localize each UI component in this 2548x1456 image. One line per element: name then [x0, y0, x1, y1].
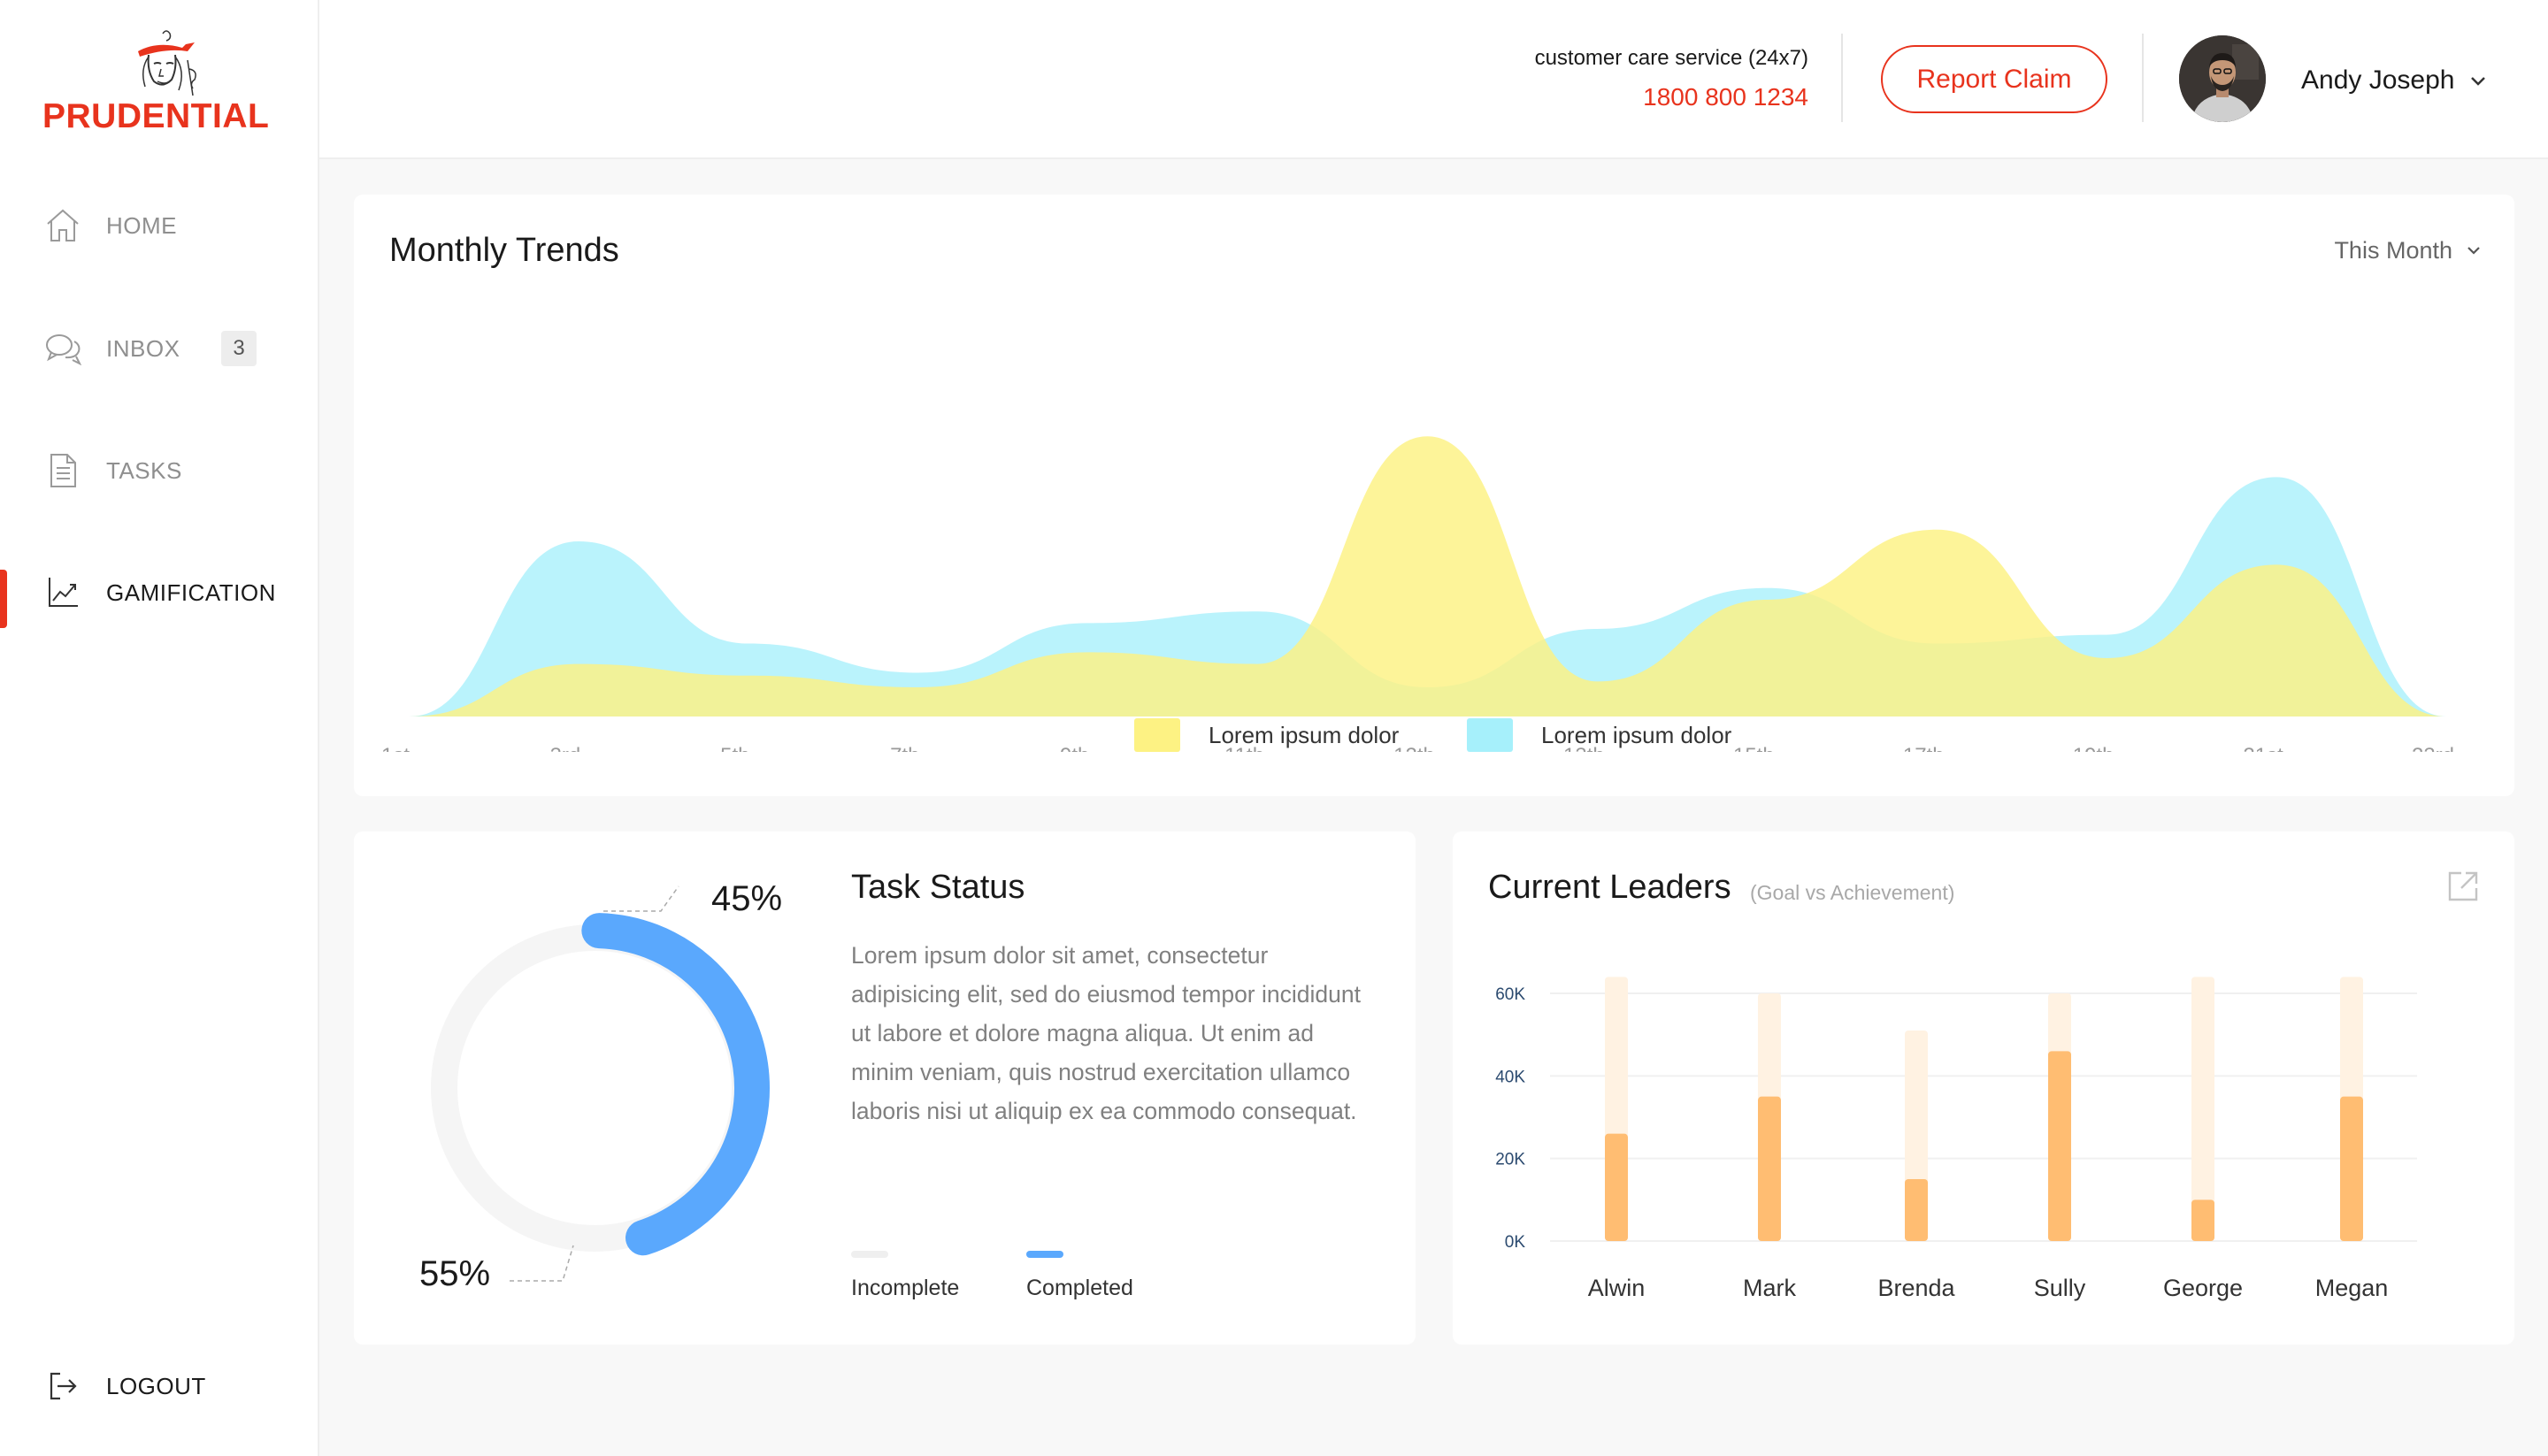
legend-item-yellow: Lorem ipsum dolor	[1134, 718, 1399, 752]
sidebar-item-label: INBOX	[106, 334, 180, 362]
period-value: This Month	[2334, 237, 2452, 264]
task-status-card: 45% 55% Task Status Lorem ipsum dolor si…	[354, 831, 1416, 1345]
x-category-label: Alwin	[1588, 1275, 1646, 1301]
sidebar-item-label: GAMIFICATION	[106, 579, 276, 606]
legend-label: Lorem ipsum dolor	[1541, 721, 1732, 748]
task-status-description: Lorem ipsum dolor sit amet, consectetur …	[851, 942, 1361, 1124]
logout-icon	[50, 1372, 77, 1400]
chevron-down-icon	[2467, 246, 2480, 255]
sidebar: PRUDENTIAL HOME INBOX 3 TASKS GAMIFICATI…	[0, 0, 319, 1456]
avatar[interactable]	[2179, 35, 2266, 122]
document-icon	[50, 454, 76, 487]
header-divider	[1841, 34, 1843, 122]
achievement-bar	[1758, 1096, 1781, 1241]
inbox-count-badge: 3	[221, 331, 257, 366]
current-leaders-bar-chart: 0K 20K 40K 60K Alwin Mark Brenda Sully George Meg…	[1495, 977, 2417, 1301]
header-divider	[2142, 34, 2144, 122]
y-tick-label: 0K	[1505, 1233, 1526, 1252]
incomplete-percentage: 55%	[419, 1254, 491, 1293]
user-name[interactable]: Andy Joseph	[2301, 65, 2454, 96]
legend-swatch-yellow	[1134, 718, 1180, 752]
completed-leader-line	[603, 885, 679, 912]
sidebar-item-home[interactable]: HOME	[0, 190, 319, 261]
sidebar-item-tasks[interactable]: TASKS	[0, 435, 319, 506]
x-category-label: George	[2163, 1275, 2243, 1301]
achievement-bar	[1605, 1133, 1628, 1241]
x-category-label: Sully	[2034, 1275, 2086, 1301]
monthly-trends-card: Monthly Trends This Month 1st 3rd 5th 7th 9t…	[354, 195, 2514, 796]
x-category-label: Brenda	[1877, 1275, 1955, 1301]
legend-item-completed: Completed	[1026, 1251, 1133, 1301]
legend-swatch-incomplete	[851, 1251, 888, 1258]
logo-wordmark: PRUDENTIAL	[42, 97, 270, 135]
x-tick-label: 23rd	[2412, 744, 2454, 752]
y-tick-label: 60K	[1495, 985, 1525, 1004]
task-status-title: Task Status	[851, 869, 1025, 906]
achievement-bar	[2340, 1096, 2363, 1241]
period-dropdown[interactable]: This Month	[2334, 237, 2483, 264]
prudential-logo[interactable]: PRUDENTIAL	[42, 25, 281, 135]
logout-button[interactable]: LOGOUT	[0, 1351, 319, 1422]
achievement-bar	[1905, 1179, 1928, 1241]
monthly-trends-chart: 1st3rd5th7th9th11th12th13th15th17th19th2…	[381, 436, 2454, 752]
x-tick-label: 17th	[1903, 744, 1945, 752]
x-category-label: Mark	[1743, 1275, 1796, 1301]
legend-label: Incomplete	[851, 1276, 960, 1300]
sidebar-item-label: HOME	[106, 211, 177, 239]
logout-label: LOGOUT	[106, 1372, 206, 1399]
customer-care-label: customer care service (24x7)	[1534, 46, 1808, 70]
achievement-bar	[2191, 1199, 2214, 1241]
prudence-figure-logo-icon	[138, 30, 196, 96]
user-avatar-icon	[2179, 35, 2266, 122]
legend-label: Completed	[1026, 1276, 1133, 1300]
x-tick-label: 7th	[890, 744, 919, 752]
legend-swatch-cyan	[1467, 718, 1513, 752]
sidebar-item-label: TASKS	[106, 456, 182, 484]
current-leaders-card: Current Leaders (Goal vs Achievement) 0K…	[1453, 831, 2514, 1345]
report-claim-button[interactable]: Report Claim	[1881, 45, 2107, 113]
sidebar-item-inbox[interactable]: INBOX 3	[0, 313, 319, 384]
chevron-down-icon[interactable]	[2467, 73, 2489, 90]
x-tick-label: 1st	[381, 744, 410, 752]
completed-percentage: 45%	[711, 879, 783, 918]
x-tick-label: 21st	[2243, 744, 2283, 752]
legend-item-incomplete: Incomplete	[851, 1251, 959, 1301]
legend-label: Lorem ipsum dolor	[1209, 721, 1400, 748]
sidebar-item-gamification[interactable]: GAMIFICATION	[0, 557, 319, 628]
x-category-label: Megan	[2315, 1275, 2389, 1301]
trend-chart-icon	[49, 578, 78, 607]
x-tick-label: 5th	[720, 744, 749, 752]
x-tick-label: 3rd	[550, 744, 581, 752]
incomplete-leader-line	[510, 1245, 574, 1282]
x-tick-label: 19th	[2073, 744, 2114, 752]
achievement-bar	[2048, 1051, 2071, 1241]
chat-bubbles-icon	[46, 334, 81, 366]
customer-care-phone[interactable]: 1800 800 1234	[1643, 83, 1808, 111]
top-header: customer care service (24x7) 1800 800 12…	[319, 0, 2548, 159]
y-tick-label: 40K	[1495, 1068, 1525, 1086]
legend-swatch-completed	[1026, 1251, 1063, 1258]
x-tick-label: 9th	[1060, 744, 1089, 752]
monthly-trends-title: Monthly Trends	[389, 232, 619, 269]
y-tick-label: 20K	[1495, 1151, 1525, 1169]
x-tick-label: 12th	[1393, 744, 1435, 752]
x-tick-label: 15th	[1733, 744, 1775, 752]
home-icon	[47, 209, 79, 241]
legend-item-cyan: Lorem ipsum dolor	[1467, 718, 1731, 752]
